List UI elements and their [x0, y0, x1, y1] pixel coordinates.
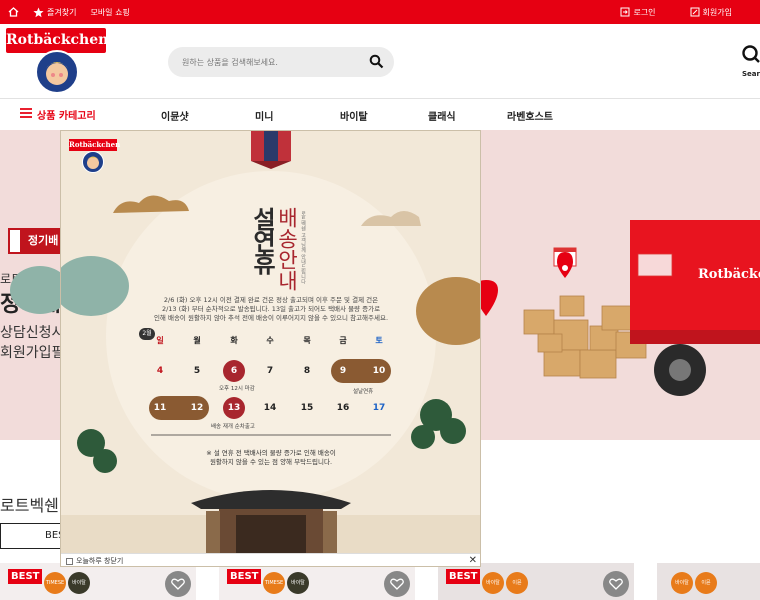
intro-line: 2/13 (화) 부터 순차적으로 발송됩니다. 13일 출고가 되어도 택배사…	[161, 305, 381, 313]
search-bar	[168, 47, 394, 77]
calendar-day: 5	[193, 366, 201, 376]
nav-item-rabenhorst[interactable]: 라벤호스트	[507, 108, 553, 123]
calendar-day: 7	[266, 366, 274, 376]
intro-line: 2/6 (화) 오후 12시 이전 결제 완료 건은 정상 출고되며 이후 주문…	[163, 296, 379, 304]
calendar-day-cutoff: 6	[223, 360, 245, 382]
logo-mascot-icon	[35, 50, 79, 94]
calendar-day: 14	[263, 403, 277, 413]
category-menu-button[interactable]: 상품 카테고리	[20, 107, 96, 122]
popup-mascot-icon	[82, 151, 104, 173]
banner-line-4: 회원가입필	[0, 345, 65, 361]
delivery-illustration-icon: Rotbäckchen	[480, 220, 760, 396]
search-input[interactable]	[182, 54, 352, 70]
popup-footer: 오늘하루 창닫기 ✕	[61, 553, 480, 566]
popup-title-small: 로트벡쉔 고객님께 안내드립니다	[300, 211, 306, 285]
calendar-day: 8	[303, 366, 311, 376]
dow-mon: 월	[193, 336, 201, 345]
search-icon	[740, 45, 760, 70]
footnote-line: 원활하지 않을 수 있는 점 양해 부탁드립니다.	[209, 458, 333, 466]
footnote-line: ※ 설 연휴 전 택배사의 물량 증가로 인해 배송이	[206, 449, 336, 457]
signup-icon	[690, 7, 700, 17]
dont-show-today-label[interactable]: 오늘하루 창닫기	[76, 556, 123, 566]
product-card[interactable]: 바이탈 이뮨	[657, 563, 760, 600]
nav-item-vital[interactable]: 바이탈	[340, 108, 368, 123]
best-badge: BEST	[8, 569, 43, 584]
signup-link[interactable]: 회원가입	[690, 7, 732, 18]
popup-title-sub: 배송안내	[275, 207, 299, 291]
main-nav: 상품 카테고리 이뮨샷 미니 바이탈 클래식 라벤호스트	[0, 99, 760, 130]
search-toggle-label: Searc	[742, 70, 760, 78]
login-link[interactable]: 로그인	[620, 7, 656, 18]
nav-item-immune-shot[interactable]: 이뮨샷	[161, 108, 189, 123]
calendar-day-holiday: 11	[153, 403, 167, 413]
product-badge: 이뮨	[506, 572, 528, 594]
product-badge: 바이탈	[671, 572, 693, 594]
bookmark-link[interactable]: 즐겨찾기	[33, 7, 76, 18]
hamburger-icon	[20, 108, 32, 121]
home-link[interactable]	[8, 7, 19, 17]
product-badge: TIMESE	[263, 572, 285, 594]
page: { "topbar": { "bookmark": "즐겨찾기", "mobil…	[0, 0, 760, 600]
login-label: 로그인	[633, 7, 656, 17]
holiday-delivery-popup: Rotbäckchen 설연휴 배송안내 로트벡쉔 고객님께 안내드립니다 2/…	[60, 130, 481, 567]
category-menu-label: 상품 카테고리	[37, 111, 96, 122]
truck-brand-text: Rotbäckchen	[698, 267, 760, 282]
dow-wed: 수	[266, 336, 274, 345]
home-icon	[8, 7, 19, 17]
calendar-day-resume: 13	[223, 397, 245, 419]
product-badge: TIMESE	[44, 572, 66, 594]
dow-thu: 목	[303, 336, 311, 345]
dow-fri: 금	[339, 336, 347, 345]
product-card[interactable]: BEST 바이탈 이뮨	[438, 563, 634, 600]
search-toggle[interactable]: Searc	[740, 44, 760, 80]
top-utility-bar: 즐겨찾기 모바일 쇼핑 로그인 회원가입	[0, 0, 760, 24]
dont-show-today-checkbox[interactable]	[66, 557, 73, 565]
calendar-day-holiday: 10	[372, 366, 386, 376]
site-logo[interactable]: Rotbäckchen	[6, 28, 108, 98]
signup-label: 회원가입	[702, 7, 732, 17]
product-badge: 바이탈	[68, 572, 90, 594]
wishlist-heart-icon[interactable]	[384, 571, 410, 597]
nav-item-mini[interactable]: 미니	[255, 108, 273, 123]
product-card[interactable]: BEST TIMESE 바이탈	[219, 563, 415, 600]
dow-tue: 화	[230, 336, 238, 345]
holiday-note: 설날연휴	[353, 389, 374, 395]
wishlist-heart-icon[interactable]	[165, 571, 191, 597]
product-badge: 이뮨	[695, 572, 717, 594]
mobile-shop-label: 모바일 쇼핑	[90, 7, 130, 17]
bookmark-label: 즐겨찾기	[47, 7, 77, 17]
calendar-day-holiday: 9	[339, 366, 347, 376]
section-title: 로트벡쉔	[0, 496, 59, 515]
nav-item-classic[interactable]: 클래식	[428, 108, 456, 123]
popup-title-main: 설연휴	[248, 207, 276, 273]
resume-note: 배송 재개 순차출고	[211, 424, 255, 430]
search-icon[interactable]	[369, 54, 384, 73]
product-badge: 바이탈	[287, 572, 309, 594]
popup-logo: Rotbäckchen	[69, 139, 121, 151]
best-tab-button[interactable]: BES	[0, 523, 65, 549]
popup-intro: 2/6 (화) 오후 12시 이전 결제 완료 건은 정상 출고되며 이후 주문…	[121, 296, 421, 323]
calendar-day: 15	[300, 403, 314, 413]
close-icon[interactable]: ✕	[469, 555, 477, 566]
calendar-day: 4	[156, 366, 164, 376]
mobile-shop-link[interactable]: 모바일 쇼핑	[90, 7, 129, 18]
login-icon	[620, 7, 630, 17]
product-card[interactable]: BEST TIMESE 바이탈	[0, 563, 196, 600]
calendar-day-holiday: 12	[190, 403, 204, 413]
intro-line: 인해 배송이 원활하지 않아 추석 전에 배송이 이루어지지 않을 수 있으니 …	[153, 314, 389, 322]
wishlist-heart-icon[interactable]	[603, 571, 629, 597]
popup-footnote: ※ 설 연휴 전 택배사의 물량 증가로 인해 배송이 원활하지 않을 수 있는…	[171, 449, 371, 467]
calendar-day: 17	[372, 403, 386, 413]
product-badge: 바이탈	[482, 572, 504, 594]
dow-sun: 일	[156, 336, 164, 345]
best-badge: BEST	[227, 569, 262, 584]
calendar-day: 16	[336, 403, 350, 413]
best-badge: BEST	[446, 569, 481, 584]
dow-sat: 토	[375, 336, 383, 345]
star-icon	[33, 7, 44, 18]
cutoff-note: 오후 12시 마감	[219, 386, 255, 392]
